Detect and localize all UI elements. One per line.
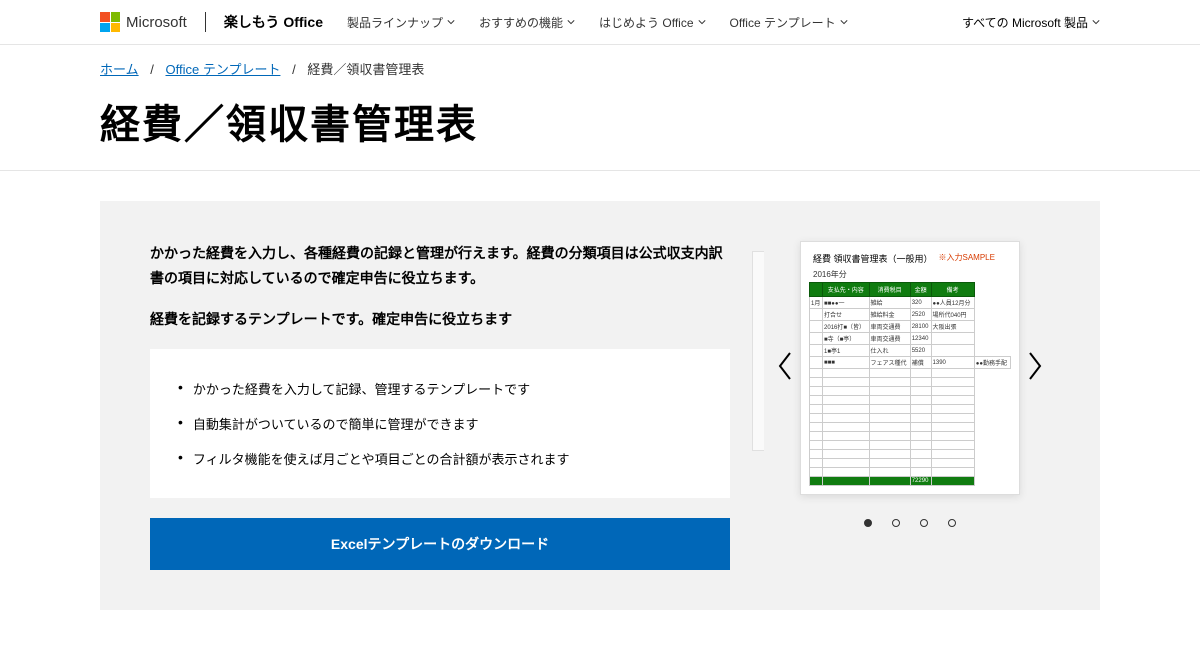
primary-nav: 製品ラインナップ おすすめの機能 はじめよう Office Office テンプ… bbox=[347, 14, 848, 31]
chevron-left-icon bbox=[776, 351, 794, 381]
preview-spreadsheet: 支払先・内容 消費税目 金額 備考 1月■■●●一雑給320●●人員12月分打合… bbox=[809, 282, 1011, 486]
chevron-down-icon bbox=[698, 18, 706, 26]
site-title[interactable]: 楽しもう Office bbox=[224, 12, 323, 32]
carousel-dots bbox=[770, 519, 1050, 527]
nav-item-products[interactable]: 製品ラインナップ bbox=[347, 14, 455, 31]
download-button[interactable]: Excelテンプレートのダウンロード bbox=[150, 518, 730, 570]
site-header: Microsoft 楽しもう Office 製品ラインナップ おすすめの機能 は… bbox=[0, 0, 1200, 45]
template-preview-image[interactable]: 経費 領収書管理表（一般用） ※入力SAMPLE 2016年分 支払先・内容 消… bbox=[800, 241, 1020, 495]
carousel-dot[interactable] bbox=[864, 519, 872, 527]
feature-item: かかった経費を入力して記録、管理するテンプレートです bbox=[178, 371, 702, 406]
feature-item: フィルタ機能を使えば月ごとや項目ごとの合計額が表示されます bbox=[178, 441, 702, 476]
preview-title: 経費 領収書管理表（一般用） bbox=[813, 252, 933, 265]
chevron-down-icon bbox=[1092, 18, 1100, 26]
carousel-prev-peek bbox=[752, 251, 764, 451]
chevron-down-icon bbox=[447, 18, 455, 26]
description-main: かかった経費を入力し、各種経費の記録と管理が行えます。経費の分類項目は公式収支内… bbox=[150, 241, 730, 291]
carousel-dot[interactable] bbox=[920, 519, 928, 527]
feature-list-card: かかった経費を入力して記録、管理するテンプレートです 自動集計がついているので簡… bbox=[150, 349, 730, 498]
carousel-dot[interactable] bbox=[892, 519, 900, 527]
microsoft-logo-text: Microsoft bbox=[126, 14, 187, 31]
breadcrumb-templates[interactable]: Office テンプレート bbox=[166, 62, 281, 77]
nav-all-products[interactable]: すべての Microsoft 製品 bbox=[962, 14, 1100, 31]
nav-item-templates[interactable]: Office テンプレート bbox=[730, 14, 848, 31]
feature-item: 自動集計がついているので簡単に管理ができます bbox=[178, 406, 702, 441]
microsoft-logo-icon bbox=[100, 12, 120, 32]
carousel-next-button[interactable] bbox=[1020, 345, 1050, 392]
breadcrumb-home[interactable]: ホーム bbox=[100, 62, 139, 77]
preview-sample-mark: ※入力SAMPLE bbox=[939, 252, 995, 265]
chevron-down-icon bbox=[567, 18, 575, 26]
chevron-right-icon bbox=[1026, 351, 1044, 381]
description-sub: 経費を記録するテンプレートです。確定申告に役立ちます bbox=[150, 309, 730, 329]
carousel-dot[interactable] bbox=[948, 519, 956, 527]
breadcrumb-current: 経費／領収書管理表 bbox=[307, 62, 424, 77]
breadcrumb-separator: / bbox=[150, 62, 154, 77]
breadcrumb-separator: / bbox=[292, 62, 296, 77]
nav-item-getstarted[interactable]: はじめよう Office bbox=[599, 14, 705, 31]
breadcrumb: ホーム / Office テンプレート / 経費／領収書管理表 bbox=[0, 45, 1200, 92]
page-title: 経費／領収書管理表 bbox=[100, 92, 1100, 150]
preview-carousel: 経費 領収書管理表（一般用） ※入力SAMPLE 2016年分 支払先・内容 消… bbox=[770, 241, 1050, 495]
nav-item-features[interactable]: おすすめの機能 bbox=[479, 14, 575, 31]
chevron-down-icon bbox=[840, 18, 848, 26]
preview-year: 2016年分 bbox=[813, 269, 1007, 280]
header-divider bbox=[205, 12, 206, 32]
carousel-prev-button[interactable] bbox=[770, 345, 800, 392]
template-detail-panel: かかった経費を入力し、各種経費の記録と管理が行えます。経費の分類項目は公式収支内… bbox=[100, 201, 1100, 610]
microsoft-logo[interactable]: Microsoft bbox=[100, 12, 187, 32]
